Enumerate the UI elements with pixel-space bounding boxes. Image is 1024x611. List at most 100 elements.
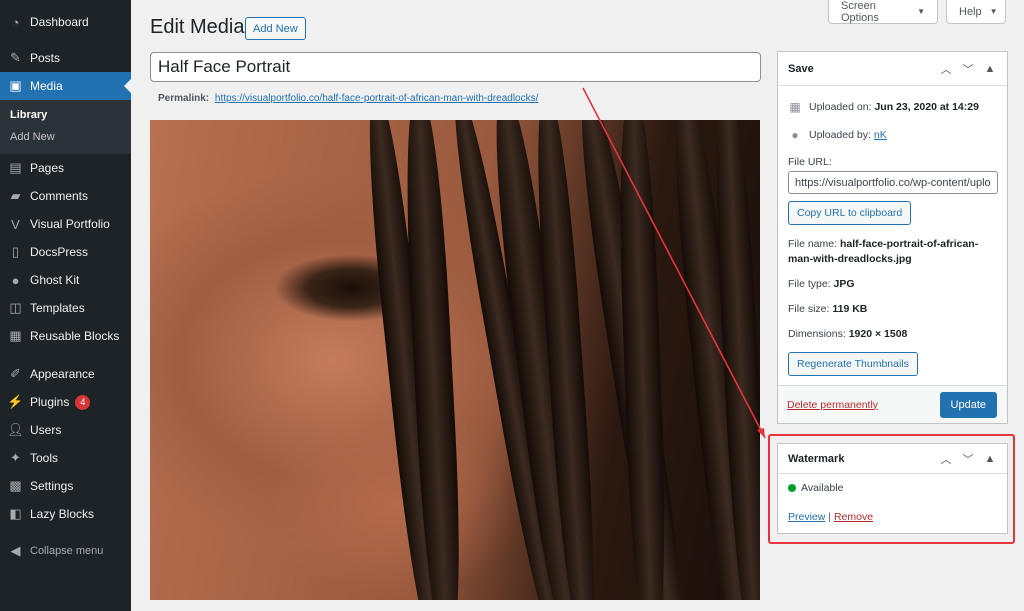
page-title: Edit Media <box>150 16 245 38</box>
copy-url-button[interactable]: Copy URL to clipboard <box>788 201 912 225</box>
file-name-line2: man-with-dreadlocks.jpg <box>788 253 912 265</box>
submenu-item-add-new[interactable]: Add New <box>0 126 131 148</box>
plugins-update-badge: 4 <box>75 394 91 410</box>
dashboard-icon: ◔ <box>11 14 20 30</box>
media-title-input[interactable] <box>150 52 761 82</box>
caret-down-icon: ▼ <box>989 7 998 16</box>
media-icon: ▣ <box>9 78 22 93</box>
document-icon: ▯ <box>11 244 20 259</box>
file-name-row: File name: half-face-portrait-of-african… <box>788 237 997 267</box>
sidebar-item-label: Reusable Blocks <box>30 329 120 343</box>
plug-icon: ⚡ <box>7 394 24 409</box>
media-image <box>150 120 760 600</box>
save-metabox-title: Save <box>788 62 814 75</box>
file-name-line1: half-face-portrait-of-african- <box>839 238 979 250</box>
sidebar-item-label: Media <box>30 79 63 93</box>
sidebar-item-label: Lazy Blocks <box>30 507 95 521</box>
uploaded-by-row: ● Uploaded by: nK <box>788 128 997 142</box>
update-button[interactable]: Update <box>939 391 997 418</box>
admin-sidebar: ◔ Dashboard ✎ Posts ▣ Media Library Add New… <box>0 0 131 611</box>
file-type-label: File type: <box>788 278 831 290</box>
file-url-input[interactable] <box>788 171 998 194</box>
file-size-label: File size: <box>788 303 830 315</box>
move-down-icon[interactable]: ﹀ <box>957 61 979 77</box>
sidebar-item-appearance[interactable]: ✐ Appearance <box>0 360 131 388</box>
regenerate-thumbnails-button[interactable]: Regenerate Thumbnails <box>788 352 918 376</box>
blocks-icon: ▦ <box>9 328 22 343</box>
pages-icon: ▤ <box>9 160 22 175</box>
screen-options-label: Screen Options <box>841 0 879 24</box>
save-metabox-header: Save ︿ ﹀ ▲ <box>778 52 1007 86</box>
comment-icon: ▰ <box>10 188 21 203</box>
file-size-row: File size: 119 KB <box>788 303 997 315</box>
ghost-icon: ● <box>11 272 20 288</box>
collapse-menu-button[interactable]: ◀ Collapse menu <box>0 537 131 565</box>
screen-options-button[interactable]: Screen Options ▼ <box>828 0 938 24</box>
sidebar-item-comments[interactable]: ▰ Comments <box>0 182 131 210</box>
permalink: Permalink: https://visualportfolio.co/ha… <box>158 93 538 104</box>
uploaded-on-value: Jun 23, 2020 at 14:29 <box>874 101 979 113</box>
sidebar-item-label: DocsPress <box>30 245 89 259</box>
lazy-blocks-icon: ◧ <box>9 506 22 521</box>
sidebar-item-dashboard[interactable]: ◔ Dashboard <box>0 8 131 36</box>
sidebar-item-docspress[interactable]: ▯ DocsPress <box>0 238 131 266</box>
sidebar-item-visual-portfolio[interactable]: V Visual Portfolio <box>0 210 131 238</box>
user-icon: 👤︎ <box>7 422 24 437</box>
sidebar-item-label: Users <box>30 423 62 437</box>
sidebar-item-plugins[interactable]: ⚡ Plugins 4 <box>0 388 131 416</box>
templates-icon: ◫ <box>9 300 22 315</box>
permalink-label: Permalink: <box>158 93 210 104</box>
toggle-panel-icon[interactable]: ▲ <box>979 63 1001 75</box>
uploaded-by-link[interactable]: nK <box>874 129 887 141</box>
brush-icon: ✐ <box>10 366 21 381</box>
save-metabox: Save ︿ ﹀ ▲ ▦ Uploaded on: Jun 23, 2020 at … <box>777 51 1008 424</box>
sidebar-item-media[interactable]: ▣ Media <box>0 72 131 100</box>
user-icon: ● <box>791 128 799 142</box>
permalink-link[interactable]: https://visualportfolio.co/half-face-por… <box>215 93 538 104</box>
sidebar-item-label: Ghost Kit <box>30 273 80 287</box>
sidebar-item-label: Settings <box>30 479 74 493</box>
sidebar-item-label: Appearance <box>30 367 95 381</box>
move-up-icon[interactable]: ︿ <box>935 61 957 77</box>
highlight-box <box>768 434 1015 544</box>
dimensions-value: 1920 × 1508 <box>848 328 908 340</box>
collapse-menu-label: Collapse menu <box>30 545 104 557</box>
uploaded-by-label: Uploaded by: <box>809 129 871 141</box>
sidebar-item-label: Tools <box>30 451 59 465</box>
sidebar-item-label: Templates <box>30 301 85 315</box>
uploaded-on-row: ▦ Uploaded on: Jun 23, 2020 at 14:29 <box>788 100 997 114</box>
wrench-icon: ✦ <box>10 450 21 465</box>
pin-icon: ✎ <box>10 50 21 65</box>
sidebar-item-settings[interactable]: ▩ Settings <box>0 472 131 500</box>
collapse-icon: ◀ <box>10 543 21 558</box>
file-url-label: File URL: <box>788 156 832 168</box>
visual-portfolio-icon: V <box>11 216 20 232</box>
sidebar-item-reusable-blocks[interactable]: ▦ Reusable Blocks <box>0 322 131 350</box>
sidebar-item-label: Dashboard <box>30 15 89 29</box>
settings-icon: ▩ <box>9 478 22 493</box>
sidebar-item-templates[interactable]: ◫ Templates <box>0 294 131 322</box>
sidebar-item-label: Visual Portfolio <box>30 217 110 231</box>
sidebar-item-ghost-kit[interactable]: ● Ghost Kit <box>0 266 131 294</box>
sidebar-item-lazy-blocks[interactable]: ◧ Lazy Blocks <box>0 500 131 528</box>
major-publishing-actions: Delete permanently Update <box>778 385 1007 423</box>
dimensions-row: Dimensions: 1920 × 1508 <box>788 328 997 340</box>
file-type-value: JPG <box>833 278 855 290</box>
help-label: Help <box>959 5 982 18</box>
sidebar-item-pages[interactable]: ▤ Pages <box>0 154 131 182</box>
media-submenu: Library Add New <box>0 100 131 154</box>
calendar-icon: ▦ <box>789 100 801 114</box>
delete-permanently-link[interactable]: Delete permanently <box>787 399 878 411</box>
sidebar-item-label: Plugins <box>30 395 70 409</box>
add-new-button[interactable]: Add New <box>245 17 306 40</box>
help-button[interactable]: Help ▼ <box>946 0 1006 24</box>
submenu-item-library[interactable]: Library <box>0 104 131 126</box>
sidebar-item-posts[interactable]: ✎ Posts <box>0 44 131 72</box>
caret-down-icon: ▼ <box>917 7 925 16</box>
sidebar-item-label: Posts <box>30 51 61 65</box>
uploaded-on-label: Uploaded on: <box>809 101 872 113</box>
dimensions-label: Dimensions: <box>788 328 846 340</box>
sidebar-item-users[interactable]: 👤︎ Users <box>0 416 131 444</box>
sidebar-item-tools[interactable]: ✦ Tools <box>0 444 131 472</box>
file-name-label: File name: <box>788 238 838 250</box>
